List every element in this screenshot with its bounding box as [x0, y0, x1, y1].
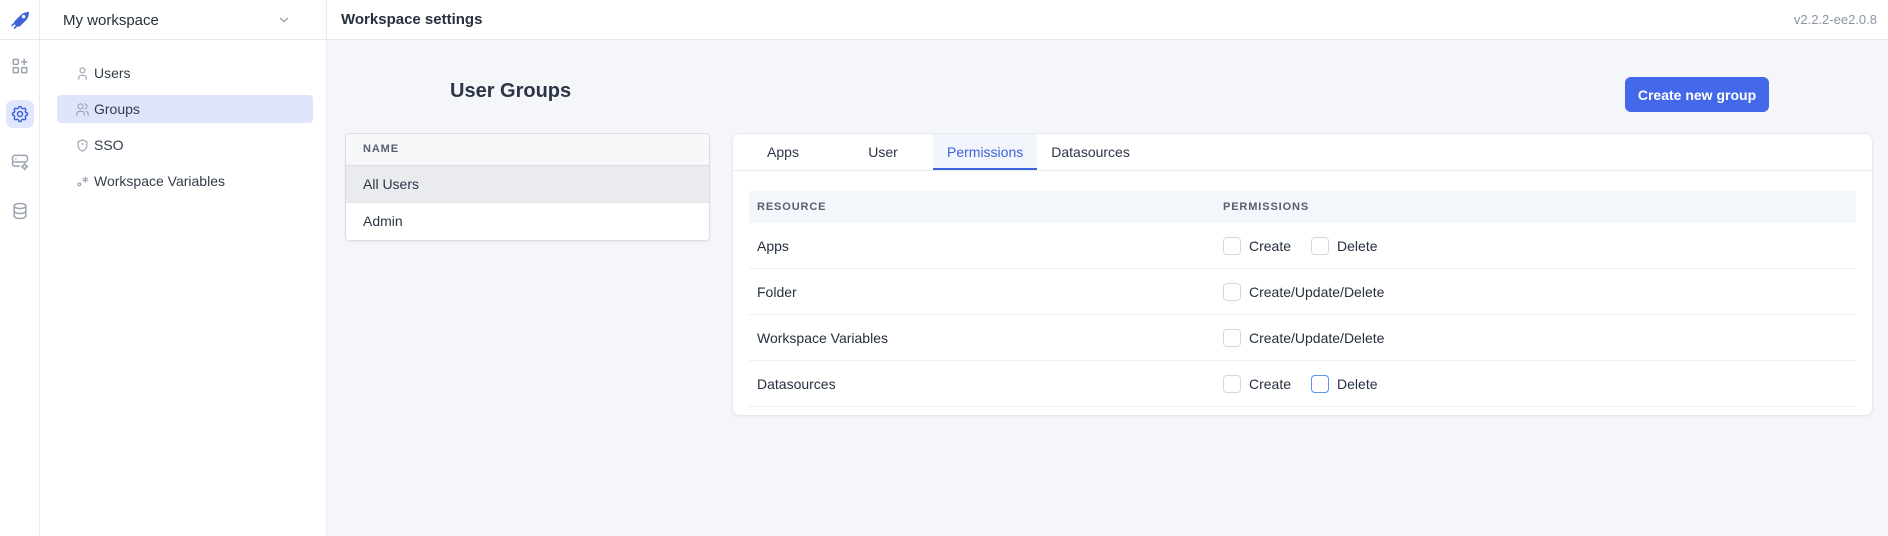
settings-gear-icon[interactable] — [6, 100, 34, 128]
permissions-table: RESOURCE PERMISSIONS Apps Create Delete — [749, 191, 1856, 407]
divider — [326, 0, 327, 40]
resource-label: Folder — [749, 284, 1215, 300]
apps-icon[interactable] — [8, 54, 32, 78]
tab-apps[interactable]: Apps — [733, 134, 833, 170]
version-label: v2.2.2-ee2.0.8 — [1794, 0, 1877, 40]
tab-user[interactable]: User — [833, 134, 933, 170]
groups-table-header: NAME — [346, 134, 709, 166]
datasources-server-icon[interactable] — [8, 150, 32, 174]
settings-sidebar: Users Groups SSO Workspace Variables — [40, 0, 327, 536]
datasources-delete-option[interactable]: Delete — [1311, 375, 1377, 393]
page-header-title: Workspace settings — [341, 0, 482, 40]
user-icon — [75, 66, 90, 81]
sidebar-item-label: Groups — [94, 101, 140, 117]
sidebar-item-users[interactable]: Users — [57, 59, 313, 87]
folder-cud-checkbox[interactable] — [1223, 283, 1241, 301]
resource-column-header: RESOURCE — [749, 201, 1215, 213]
variables-icon — [75, 174, 90, 189]
permissions-table-header: RESOURCE PERMISSIONS — [749, 191, 1856, 223]
icon-rail — [0, 0, 40, 536]
divider — [39, 0, 40, 40]
checkbox-label[interactable]: Create — [1249, 376, 1291, 392]
chevron-down-icon — [277, 13, 291, 32]
apps-delete-option[interactable]: Delete — [1311, 237, 1377, 255]
apps-delete-checkbox[interactable] — [1311, 237, 1329, 255]
sidebar-item-sso[interactable]: SSO — [57, 131, 313, 159]
workspace-settings-screen: Users Groups SSO Workspace Variables — [0, 0, 1888, 536]
permission-row-workspace-variables: Workspace Variables Create/Update/Delete — [749, 315, 1856, 361]
permission-row-datasources: Datasources Create Delete — [749, 361, 1856, 407]
sidebar-item-label: Users — [94, 65, 131, 81]
tab-permissions[interactable]: Permissions — [933, 134, 1037, 170]
workspace-name: My workspace — [63, 12, 159, 29]
checkbox-label[interactable]: Create — [1249, 238, 1291, 254]
resource-label: Workspace Variables — [749, 330, 1215, 346]
tooljet-logo-icon[interactable] — [8, 8, 32, 32]
folder-cud-option[interactable]: Create/Update/Delete — [1223, 283, 1384, 301]
datasources-create-option[interactable]: Create — [1223, 375, 1291, 393]
group-detail-tabs: Apps User Permissions Datasources — [733, 134, 1872, 171]
permission-row-folder: Folder Create/Update/Delete — [749, 269, 1856, 315]
group-row-admin[interactable]: Admin — [346, 203, 709, 240]
checkbox-label[interactable]: Create/Update/Delete — [1249, 330, 1384, 346]
create-new-group-button[interactable]: Create new group — [1625, 77, 1769, 112]
checkbox-label[interactable]: Delete — [1337, 376, 1377, 392]
group-detail-card: Apps User Permissions Datasources RESOUR… — [732, 133, 1873, 416]
tab-datasources[interactable]: Datasources — [1037, 134, 1144, 170]
sidebar-item-label: Workspace Variables — [94, 173, 225, 189]
workspace-variables-cud-option[interactable]: Create/Update/Delete — [1223, 329, 1384, 347]
permission-row-apps: Apps Create Delete — [749, 223, 1856, 269]
user-groups-title: User Groups — [450, 80, 571, 103]
sidebar-item-workspace-variables[interactable]: Workspace Variables — [57, 167, 313, 195]
apps-create-option[interactable]: Create — [1223, 237, 1291, 255]
sidebar-item-groups[interactable]: Groups — [57, 95, 313, 123]
groups-list-table: NAME All Users Admin — [345, 133, 710, 241]
datasources-delete-checkbox[interactable] — [1311, 375, 1329, 393]
checkbox-label[interactable]: Delete — [1337, 238, 1377, 254]
top-bar: My workspace Workspace settings v2.2.2-e… — [0, 0, 1888, 40]
checkbox-label[interactable]: Create/Update/Delete — [1249, 284, 1384, 300]
database-icon[interactable] — [8, 199, 32, 223]
shield-icon — [75, 138, 90, 153]
resource-label: Datasources — [749, 376, 1215, 392]
workspace-variables-cud-checkbox[interactable] — [1223, 329, 1241, 347]
sidebar-item-label: SSO — [94, 137, 124, 153]
resource-label: Apps — [749, 238, 1215, 254]
users-group-icon — [75, 102, 90, 117]
datasources-create-checkbox[interactable] — [1223, 375, 1241, 393]
workspace-selector[interactable]: My workspace — [63, 0, 313, 40]
permissions-column-header: PERMISSIONS — [1215, 201, 1856, 213]
apps-create-checkbox[interactable] — [1223, 237, 1241, 255]
group-row-all-users[interactable]: All Users — [346, 166, 709, 203]
